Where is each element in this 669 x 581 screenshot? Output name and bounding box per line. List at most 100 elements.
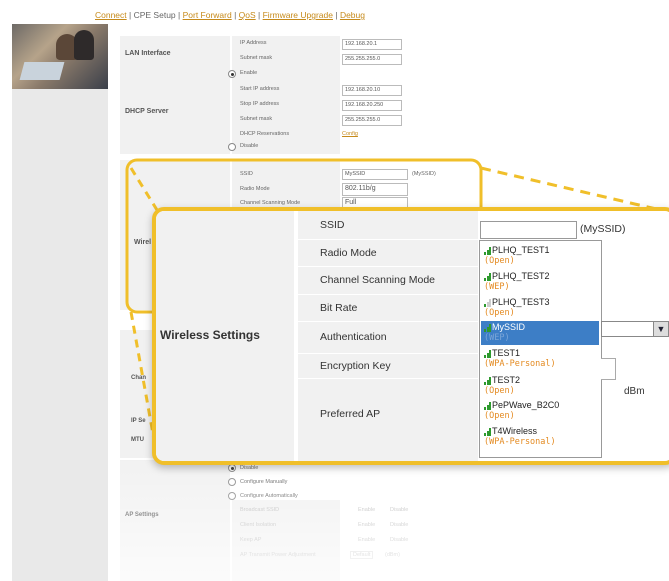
lan-ip-input[interactable]: 192.168.20.1 [342, 39, 402, 50]
dhcp-server-heading: DHCP Server [125, 108, 169, 115]
keep-enable-option[interactable]: Enable [358, 537, 375, 543]
bg-radio-mode-label: Radio Mode [240, 186, 270, 192]
nav-firmware-upgrade[interactable]: Firmware Upgrade [263, 10, 333, 20]
lan-mask-label: Subnet mask [240, 55, 273, 61]
signal-strength-icon [484, 273, 492, 281]
network-name: MySSID [492, 322, 526, 332]
lan-ip-label: IP Address [240, 40, 267, 46]
ap-auto-label: Configure Automatically [240, 493, 298, 499]
dhcp-disable-radio[interactable] [228, 143, 236, 151]
dhcp-reservations-config-link[interactable]: Config [342, 131, 358, 137]
network-security: (WEP) [484, 282, 510, 292]
header-photo [12, 24, 108, 89]
nav-qos[interactable]: QoS [239, 10, 256, 20]
bg-wireless-heading-partial: Wirel [134, 239, 152, 246]
broadcast-enable-option[interactable]: Enable [358, 507, 375, 513]
dhcp-enable-radio[interactable] [228, 70, 236, 78]
zoom-ssid-input[interactable] [480, 221, 577, 239]
ap-manual-radio[interactable] [228, 478, 236, 486]
network-option[interactable]: PLHQ_TEST1 (Open) [481, 244, 599, 268]
dhcp-start-input[interactable]: 192.168.20.10 [342, 85, 402, 96]
network-option[interactable]: MySSID (WEP) [481, 321, 599, 345]
ap-settings-heading: AP Settings [125, 512, 159, 518]
network-security: (Open) [484, 386, 515, 396]
client-isolation-label: Client Isolation [240, 522, 277, 528]
ap-disable-radio[interactable] [228, 464, 236, 472]
network-option[interactable]: PLHQ_TEST3 (Open) [481, 296, 599, 320]
lan-mask-input[interactable]: 255.255.255.0 [342, 54, 402, 65]
bg-radio-mode-select[interactable]: 802.11b/g [342, 183, 408, 196]
signal-strength-icon [484, 247, 492, 255]
signal-strength-icon [484, 402, 492, 410]
network-security: (WEP) [484, 333, 510, 343]
ap-disable-label: Disable [240, 465, 259, 471]
laptop-shape [19, 62, 65, 80]
zoom-bit-rate-label: Bit Rate [298, 295, 478, 321]
mtu-heading-partial: MTU [131, 437, 144, 443]
ap-power-unit: (dBm) [385, 552, 400, 558]
signal-strength-icon [484, 350, 492, 358]
zoom-authentication-label: Authentication [298, 322, 478, 353]
signal-strength-icon [484, 299, 492, 307]
network-security: (Open) [484, 411, 515, 421]
network-option[interactable]: PLHQ_TEST2 (WEP) [481, 270, 599, 294]
network-name: PLHQ_TEST1 [492, 245, 550, 255]
broadcast-ssid-label: Broadcast SSID [240, 507, 280, 513]
broadcast-disable-option[interactable]: Disable [390, 507, 408, 513]
dhcp-mask-label: Subnet mask [240, 116, 273, 122]
ap-manual-label: Configure Manually [240, 479, 288, 485]
signal-strength-icon [484, 377, 492, 385]
network-security: (Open) [484, 308, 515, 318]
signal-strength-icon [484, 324, 492, 332]
network-name: PePWave_B2C0 [492, 400, 560, 410]
network-security: (Open) [484, 256, 515, 266]
dhcp-mask-input[interactable]: 255.255.255.0 [342, 115, 402, 126]
wireless-settings-heading: Wireless Settings [160, 328, 260, 342]
authentication-select[interactable]: ▼ [601, 321, 669, 337]
dhcp-stop-input[interactable]: 192.168.20.250 [342, 100, 402, 111]
channel-heading-partial: Chan [131, 375, 146, 381]
nav-connect[interactable]: Connect [95, 10, 127, 20]
isolation-enable-option[interactable]: Enable [358, 522, 375, 528]
ap-power-select[interactable]: Default [350, 551, 374, 559]
dhcp-reservations-label: DHCP Reservations [240, 131, 290, 137]
network-option[interactable]: T4Wireless (WPA-Personal) [481, 425, 599, 449]
chevron-down-icon[interactable]: ▼ [653, 322, 668, 336]
zoom-encryption-key-label: Encryption Key [298, 354, 478, 378]
person-shape [74, 30, 94, 60]
signal-strength-icon [484, 428, 492, 436]
nav-separator: | [175, 10, 183, 20]
zoom-scan-mode-label: Channel Scanning Mode [298, 267, 478, 294]
ssid-dropdown-list[interactable]: PLHQ_TEST1 (Open) PLHQ_TEST2 (WEP) PLHQ_TEST… [479, 240, 602, 458]
network-option[interactable]: TEST1 (WPA-Personal) [481, 347, 599, 371]
left-sidebar [12, 89, 108, 581]
network-security: (WPA-Personal) [484, 359, 556, 369]
zoomed-wireless-settings: Wireless Settings SSID Radio Mode Channe… [152, 207, 669, 465]
ap-section-bg [120, 460, 230, 581]
network-name: TEST1 [492, 348, 521, 358]
dhcp-stop-label: Stop IP address [240, 101, 280, 107]
nav-debug[interactable]: Debug [340, 10, 365, 20]
nav-separator: | [255, 10, 263, 20]
keep-disable-option[interactable]: Disable [390, 537, 408, 543]
bg-ssid-label: SSID [240, 171, 253, 177]
network-option[interactable]: TEST2 (Open) [481, 374, 599, 398]
power-unit-label: dBm [624, 386, 645, 397]
ip-settings-heading-partial: IP Se [131, 418, 146, 424]
isolation-disable-option[interactable]: Disable [390, 522, 408, 528]
keep-ap-label: Keep AP [240, 537, 262, 543]
dhcp-enable-label: Enable [240, 70, 258, 76]
network-name: T4Wireless [492, 426, 538, 436]
zoom-ssid-note: (MySSID) [580, 223, 626, 235]
ap-auto-radio[interactable] [228, 492, 236, 500]
lan-interface-heading: LAN Interface [125, 50, 171, 57]
network-option[interactable]: PePWave_B2C0 (Open) [481, 399, 599, 423]
encryption-key-input[interactable] [601, 358, 616, 380]
network-name: PLHQ_TEST3 [492, 297, 550, 307]
bg-ssid-input[interactable]: MySSID [342, 169, 408, 180]
nav-cpe-setup[interactable]: CPE Setup [134, 10, 176, 20]
nav-port-forward[interactable]: Port Forward [183, 10, 232, 20]
zoom-radio-mode-label: Radio Mode [298, 240, 478, 266]
bg-ssid-note: (MySSID) [412, 171, 436, 177]
nav-separator: | [126, 10, 134, 20]
